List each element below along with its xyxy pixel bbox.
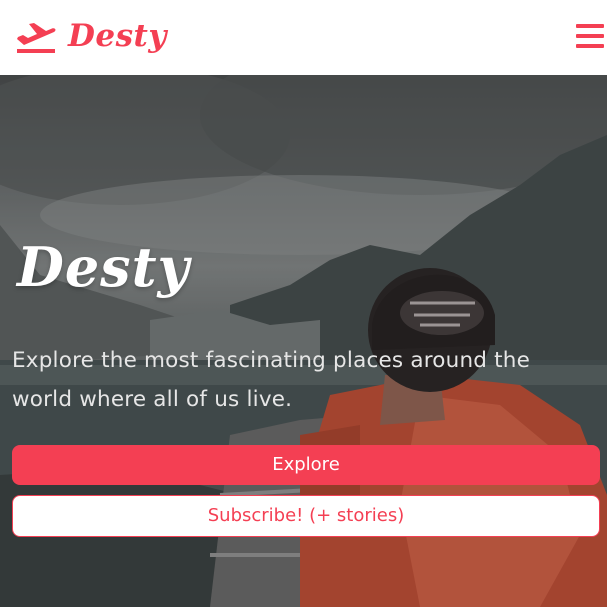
hero-section: Desty Explore the most fascinating place…: [0, 75, 607, 607]
brand-name: Desty: [68, 18, 167, 54]
subscribe-button[interactable]: Subscribe! (+ stories): [12, 495, 600, 537]
brand-logo[interactable]: Desty: [16, 18, 167, 54]
explore-button[interactable]: Explore: [12, 445, 600, 485]
hero-title: Desty: [17, 235, 190, 299]
airplane-takeoff-icon: [17, 23, 56, 53]
hamburger-menu-icon[interactable]: [576, 24, 604, 48]
hero-tagline: Explore the most fascinating places arou…: [12, 348, 531, 412]
navbar: Desty: [0, 0, 607, 75]
